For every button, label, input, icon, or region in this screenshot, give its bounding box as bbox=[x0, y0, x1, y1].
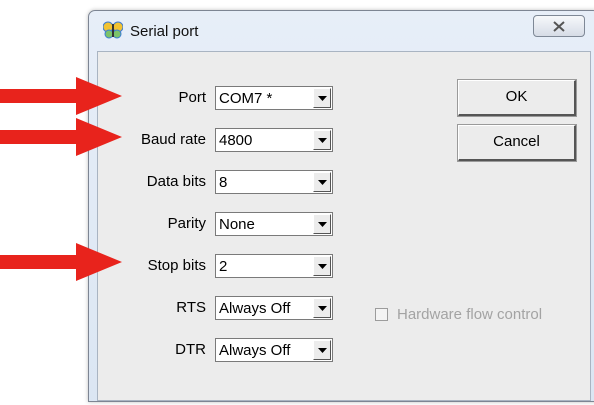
serial-port-dialog: Serial port Port COM7 * Baud rate 4800 D… bbox=[88, 10, 594, 402]
data-bits-label: Data bits bbox=[146, 173, 206, 190]
stop-bits-value: 2 bbox=[219, 258, 228, 275]
port-select[interactable]: COM7 * bbox=[215, 86, 333, 110]
data-bits-select[interactable]: 8 bbox=[215, 170, 333, 194]
ok-button[interactable]: OK bbox=[457, 79, 577, 117]
rts-select[interactable]: Always Off bbox=[215, 296, 333, 320]
parity-value: None bbox=[219, 216, 255, 233]
rts-label: RTS bbox=[176, 299, 206, 316]
baud-rate-value: 4800 bbox=[219, 132, 253, 149]
stop-bits-select[interactable]: 2 bbox=[215, 254, 333, 278]
rts-value: Always Off bbox=[219, 300, 291, 317]
close-button[interactable] bbox=[533, 15, 585, 37]
chevron-down-icon[interactable] bbox=[313, 298, 331, 318]
cancel-button[interactable]: Cancel bbox=[457, 124, 577, 162]
red-arrow-icon bbox=[0, 118, 122, 156]
red-arrow-icon bbox=[0, 77, 122, 115]
data-bits-value: 8 bbox=[219, 174, 228, 191]
parity-label: Parity bbox=[167, 215, 206, 232]
chevron-down-icon[interactable] bbox=[313, 340, 331, 360]
chevron-down-icon[interactable] bbox=[313, 172, 331, 192]
chevron-down-icon[interactable] bbox=[313, 256, 331, 276]
hardware-flow-control-label: Hardware flow control bbox=[397, 306, 543, 323]
close-icon bbox=[553, 21, 565, 32]
baud-rate-select[interactable]: 4800 bbox=[215, 128, 333, 152]
port-value: COM7 * bbox=[219, 90, 273, 107]
chevron-down-icon[interactable] bbox=[313, 130, 331, 150]
title-bar: Serial port bbox=[89, 11, 594, 47]
window-title: Serial port bbox=[130, 23, 199, 40]
hardware-flow-control-checkbox[interactable] bbox=[375, 308, 388, 321]
dtr-label: DTR bbox=[175, 341, 206, 358]
dtr-select[interactable]: Always Off bbox=[215, 338, 333, 362]
dialog-body: Port COM7 * Baud rate 4800 Data bits 8 P… bbox=[97, 51, 591, 401]
chevron-down-icon[interactable] bbox=[313, 88, 331, 108]
dtr-value: Always Off bbox=[219, 342, 291, 359]
red-arrow-icon bbox=[0, 243, 122, 281]
parity-select[interactable]: None bbox=[215, 212, 333, 236]
chevron-down-icon[interactable] bbox=[313, 214, 331, 234]
butterfly-icon bbox=[102, 21, 124, 39]
